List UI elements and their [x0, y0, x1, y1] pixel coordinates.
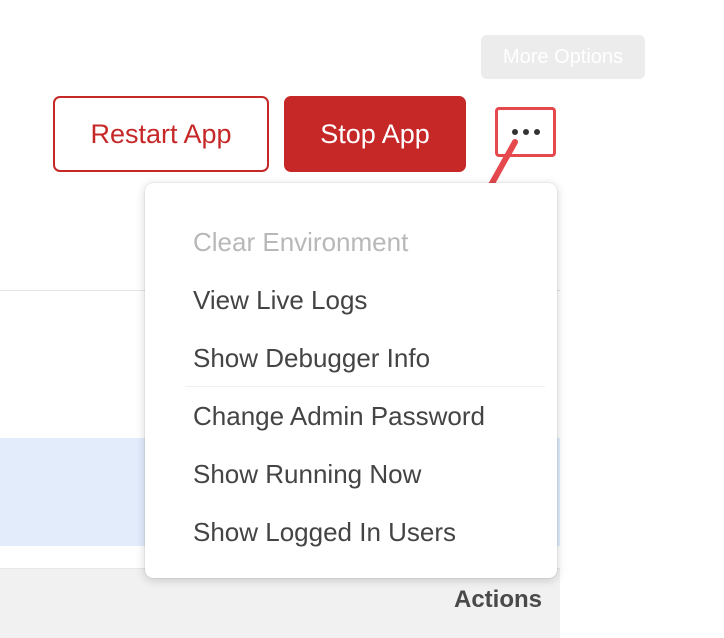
menu-item-show-running-now[interactable]: Show Running Now	[145, 445, 557, 503]
menu-item-view-live-logs[interactable]: View Live Logs	[145, 271, 557, 329]
more-actions-dropdown-menu: Clear Environment View Live Logs Show De…	[145, 183, 557, 578]
actions-column-header: Actions	[453, 586, 542, 613]
menu-item-show-logged-in-users[interactable]: Show Logged In Users	[145, 503, 557, 561]
menu-item-change-admin-password[interactable]: Change Admin Password	[145, 387, 557, 445]
menu-item-show-debugger-info[interactable]: Show Debugger Info	[145, 329, 557, 387]
menu-item-clear-environment: Clear Environment	[193, 226, 409, 257]
more-options-button[interactable]: More Options	[481, 35, 645, 79]
restart-app-button[interactable]: Restart App	[53, 96, 269, 172]
stop-app-button[interactable]: Stop App	[284, 96, 466, 172]
